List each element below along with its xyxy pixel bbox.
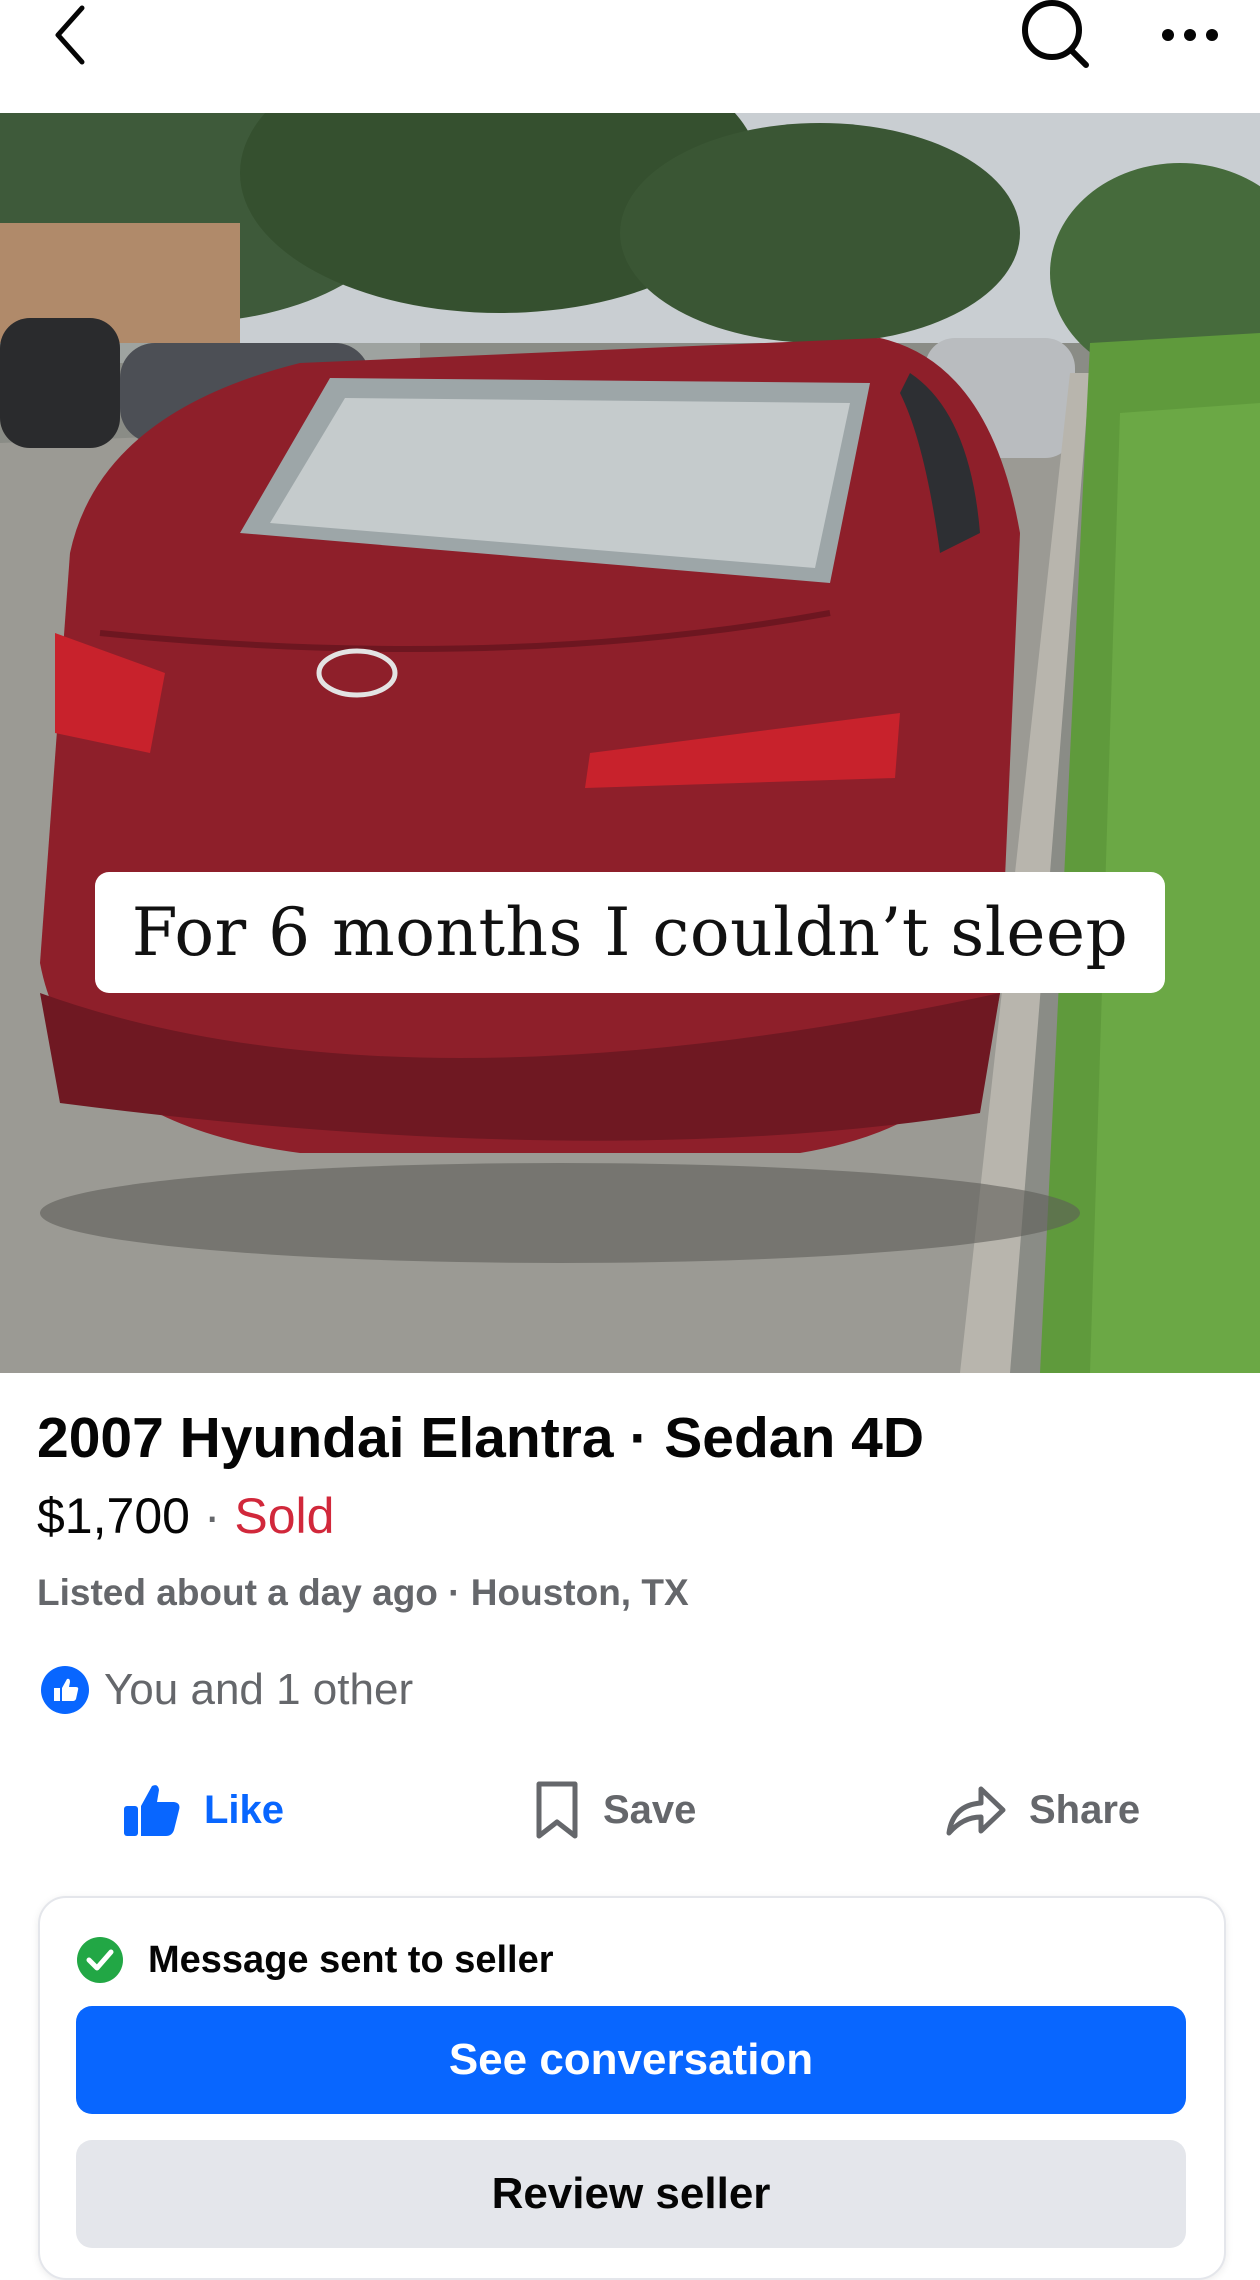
share-label: Share bbox=[1029, 1787, 1141, 1832]
message-sent-card: Message sent to seller See conversation … bbox=[38, 1896, 1226, 2280]
save-label: Save bbox=[603, 1787, 697, 1832]
message-status-text: Message sent to seller bbox=[148, 1938, 554, 1981]
listing-price: $1,700 bbox=[37, 1488, 190, 1544]
listing-status: Sold bbox=[234, 1488, 335, 1544]
listed-time-location: Listed about a day ago · Houston, TX bbox=[37, 1572, 689, 1613]
reactions-summary[interactable]: You and 1 other bbox=[40, 1660, 413, 1720]
photo-caption: For 6 months I couldn’t sleep bbox=[95, 872, 1165, 993]
share-arrow-icon bbox=[946, 1786, 1006, 1836]
share-button[interactable]: Share bbox=[945, 1770, 1140, 1850]
car-photo-illustration bbox=[0, 113, 1260, 1373]
top-navigation-bar bbox=[0, 0, 1260, 113]
back-button[interactable] bbox=[40, 0, 100, 70]
thumbs-up-icon bbox=[124, 1785, 180, 1836]
like-label: Like bbox=[204, 1787, 285, 1832]
action-row: Like Save Share bbox=[0, 1770, 1260, 1850]
review-seller-button[interactable]: Review seller bbox=[76, 2140, 1186, 2248]
listing-meta: Listed about a day ago · Houston, TX bbox=[37, 1572, 689, 1614]
bookmark-icon bbox=[536, 1781, 578, 1839]
save-button[interactable]: Save bbox=[533, 1770, 696, 1850]
price-separator: · bbox=[189, 1488, 235, 1544]
like-reaction-icon bbox=[41, 1666, 89, 1714]
more-options-button[interactable] bbox=[1150, 0, 1230, 70]
chevron-left-icon bbox=[55, 5, 85, 65]
see-conversation-button[interactable]: See conversation bbox=[76, 2006, 1186, 2114]
message-status: Message sent to seller bbox=[76, 1932, 554, 1988]
search-button[interactable] bbox=[1010, 0, 1100, 70]
search-icon bbox=[1022, 0, 1089, 68]
listing-title: 2007 Hyundai Elantra · Sedan 4D bbox=[37, 1406, 924, 1470]
like-button[interactable]: Like bbox=[122, 1770, 284, 1850]
price-row: $1,700 · Sold bbox=[37, 1487, 334, 1545]
listing-photo[interactable]: For 6 months I couldn’t sleep bbox=[0, 113, 1260, 1373]
more-horizontal-icon bbox=[1162, 29, 1218, 41]
reactions-text: You and 1 other bbox=[104, 1665, 414, 1714]
check-circle-icon bbox=[77, 1937, 123, 1983]
